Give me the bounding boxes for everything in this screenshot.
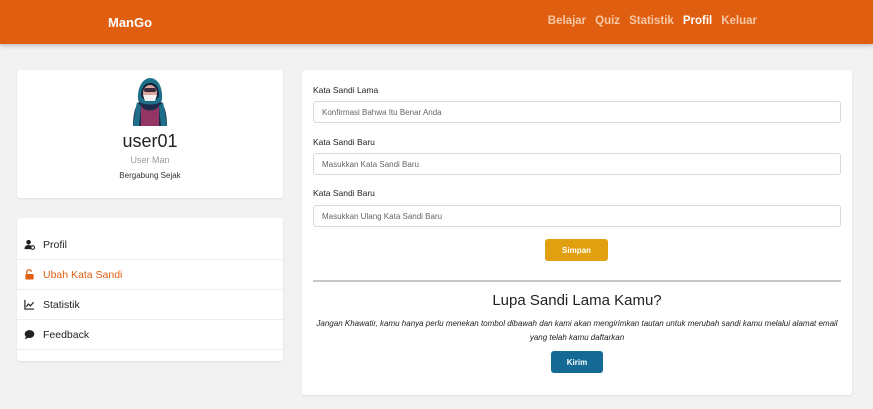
- menu-item-ubah-kata-sandi[interactable]: Ubah Kata Sandi: [11, 260, 283, 290]
- nav-link-statistik[interactable]: Statistik: [629, 15, 674, 27]
- change-password-card: Kata Sandi Lama Kata Sandi Baru Kata San…: [302, 70, 852, 395]
- nav-links: Belajar Quiz Statistik Profil Keluar: [548, 15, 757, 27]
- comment-icon: [23, 329, 35, 341]
- nav-link-belajar[interactable]: Belajar: [548, 15, 586, 27]
- confirm-password-label: Kata Sandi Baru: [313, 188, 375, 198]
- forgot-password-text: Jangan Khawatir, kamu hanya perlu meneka…: [316, 319, 838, 342]
- user-role: User Man: [130, 155, 170, 165]
- unlock-icon: [23, 269, 35, 281]
- forgot-password-title: Lupa Sandi Lama Kamu?: [492, 292, 662, 309]
- old-password-field[interactable]: [313, 101, 841, 123]
- menu-item-feedback[interactable]: Feedback: [11, 320, 283, 350]
- menu-item-statistik[interactable]: Statistik: [11, 290, 283, 320]
- new-password-label: Kata Sandi Baru: [313, 137, 375, 147]
- username: user01: [122, 131, 178, 151]
- avatar: [133, 78, 167, 126]
- old-password-label: Kata Sandi Lama: [313, 85, 379, 95]
- brand-logo[interactable]: ManGo: [108, 15, 152, 30]
- chart-line-icon: [23, 299, 35, 311]
- menu-item-label: Feedback: [43, 328, 90, 341]
- menu-item-profil[interactable]: Profil: [11, 230, 283, 260]
- new-password-field[interactable]: [313, 153, 841, 175]
- user-gear-icon: [23, 239, 35, 251]
- profile-card: user01 User Man Bergabung Sejak: [17, 70, 283, 198]
- save-button[interactable]: Simpan: [545, 239, 608, 261]
- navbar: ManGo Belajar Quiz Statistik Profil Kelu…: [0, 0, 873, 44]
- nav-link-keluar[interactable]: Keluar: [721, 15, 757, 27]
- menu-item-label: Ubah Kata Sandi: [43, 268, 123, 281]
- menu-item-label: Statistik: [43, 298, 80, 311]
- send-reset-link-button[interactable]: Kirim: [551, 351, 603, 373]
- confirm-password-field[interactable]: [313, 205, 841, 227]
- nav-link-quiz[interactable]: Quiz: [595, 15, 620, 27]
- joined-since: Bergabung Sejak: [119, 171, 181, 180]
- nav-link-profil[interactable]: Profil: [683, 15, 712, 27]
- divider: [313, 280, 841, 282]
- menu-item-label: Profil: [43, 238, 67, 251]
